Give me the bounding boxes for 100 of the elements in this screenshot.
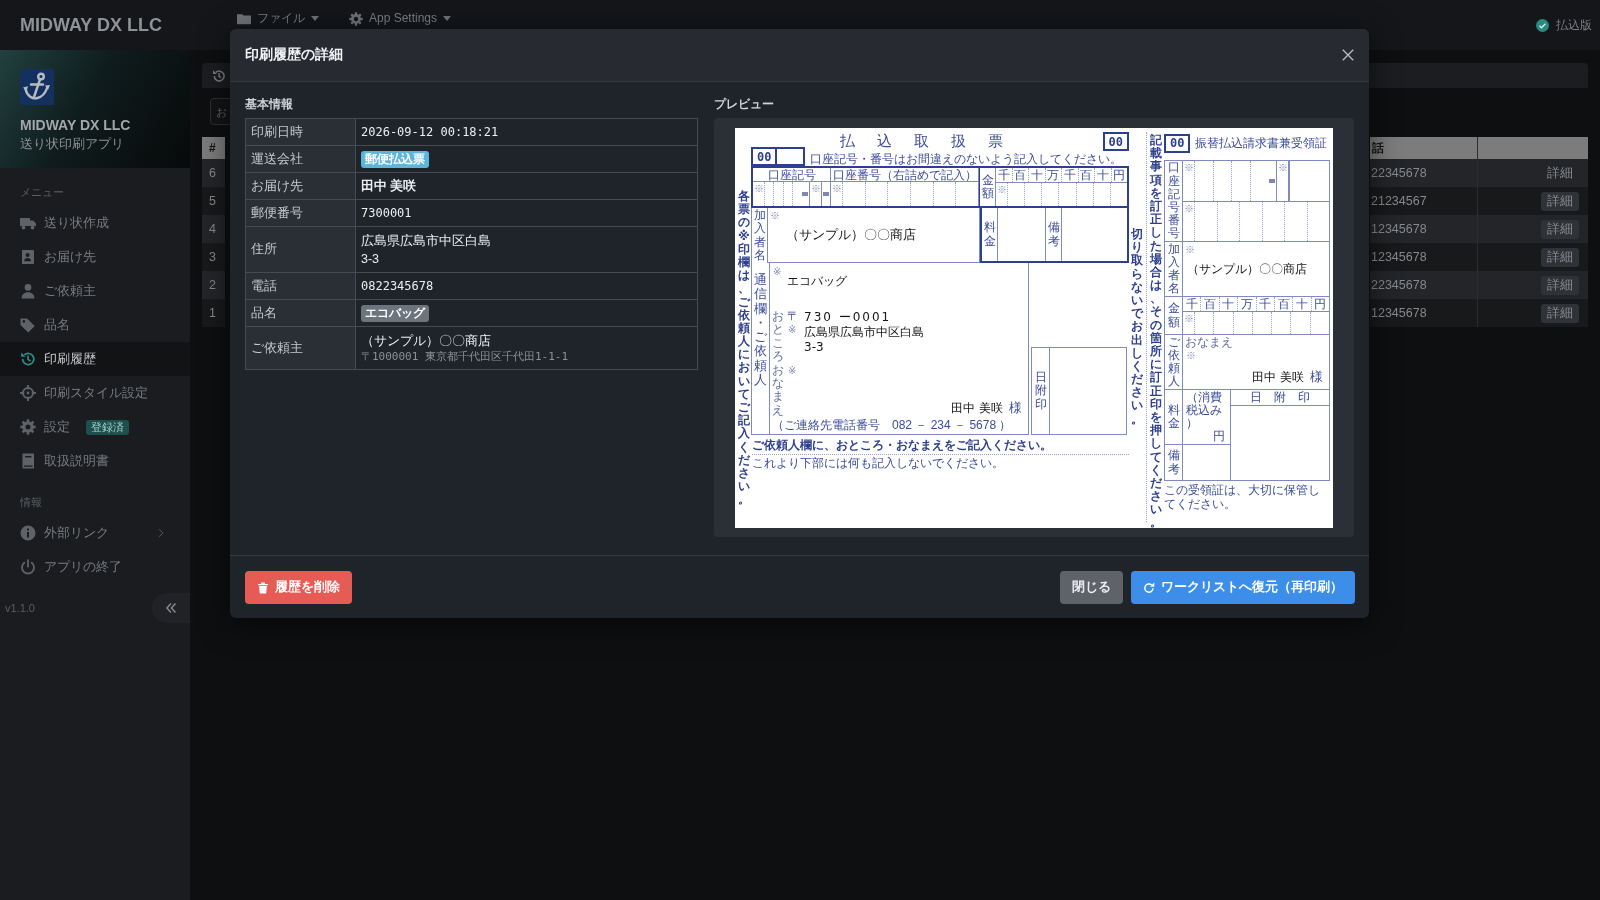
check-circle-icon [1536, 18, 1549, 32]
digit-label: 十 [1029, 168, 1046, 182]
digit-label: 円 [1313, 297, 1328, 311]
instruction-text: この受領証は、大切に保管してください。 [1164, 483, 1321, 511]
detail-link[interactable]: 詳細 [1541, 163, 1579, 183]
nav-item[interactable]: 外部リンク [0, 516, 190, 550]
slip-title: 振替払込請求書兼受領証 [1195, 136, 1328, 150]
digit-label: 千 [1062, 168, 1079, 182]
section-heading: 基本情報 [245, 97, 294, 111]
unit-label: 円 [1212, 430, 1225, 443]
table-cell: 22345678 [1370, 159, 1477, 187]
field-label: 加入者名 [1167, 242, 1180, 296]
field-value: 広島県広島市中区白島 [361, 232, 492, 250]
nav-item[interactable]: 設定 登録済 [0, 410, 190, 444]
digit-label: 十 [1219, 297, 1239, 311]
phone-line: （ご連絡先電話番号 082 － 234 － 5678 ） [772, 418, 1013, 433]
reprint-button[interactable]: ワークリストへ復元（再印刷） [1131, 571, 1355, 604]
modal-title: 印刷履歴の詳細 [245, 46, 343, 64]
field-label: ご依頼主 [245, 326, 356, 370]
field-label: おなまえ [1185, 336, 1233, 349]
value-badge: 郵便払込票 [361, 150, 429, 168]
column-header: 話 [1370, 137, 1477, 159]
postal-mark: 〒 [787, 310, 799, 324]
nav-item[interactable]: お届け先 [0, 240, 190, 274]
nav-item[interactable]: 送り状作成 [0, 206, 190, 240]
field-label: お届け先 [245, 172, 356, 200]
menu-button[interactable]: ファイル [237, 11, 319, 26]
vertical-note: 各票の※印欄は、ご依頼人においてご記入ください。 [738, 190, 750, 507]
column-label: 口座番号（右詰めで記入） [831, 168, 978, 182]
column-header: # [202, 137, 225, 159]
section-heading: プレビュー [714, 97, 775, 111]
digit-label: 千 [996, 168, 1013, 182]
truck-icon [20, 215, 36, 231]
digit-label: 円 [1112, 168, 1127, 182]
table-cell: 12345678 [1370, 299, 1477, 327]
nav-item[interactable]: 印刷スタイル設定 [0, 376, 190, 410]
sender-name: 田中 美咲 [1252, 369, 1304, 386]
collapse-button[interactable] [152, 593, 190, 623]
contact-card-icon [20, 249, 36, 265]
book-icon [20, 453, 36, 469]
table-cell: 12345678 [1370, 215, 1477, 243]
field-label: 備考 [1167, 449, 1180, 476]
table-cell: 3 [202, 243, 225, 271]
nav-item[interactable]: アプリの終了 [0, 550, 190, 584]
value-badge: エコバッグ [361, 304, 429, 322]
delete-button[interactable]: 履歴を削除 [245, 571, 352, 604]
detail-button[interactable]: 詳細 [1541, 191, 1579, 211]
field-label: 運送会社 [245, 145, 356, 173]
nav-item[interactable]: 品名 [0, 308, 190, 342]
field-label: 加入者名 [753, 209, 766, 262]
note-mark: ※ [787, 323, 797, 336]
field-label: 郵便番号 [245, 199, 356, 227]
field-label: 金額 [1167, 302, 1180, 329]
power-icon [20, 559, 36, 575]
trash-icon [257, 581, 269, 594]
detail-button[interactable]: 詳細 [1541, 219, 1579, 239]
nav-item[interactable]: ご依頼主 [0, 274, 190, 308]
nav-item[interactable]: 取扱説明書 [0, 444, 190, 478]
tag-icon [20, 317, 36, 333]
detail-button[interactable]: 詳細 [1541, 275, 1579, 295]
menu-button[interactable]: App Settings [349, 11, 452, 26]
field-label: 金額 [981, 173, 994, 201]
dialog-close-button[interactable]: 閉じる [1060, 571, 1123, 604]
person-icon [20, 283, 36, 299]
form-code: 00 [1164, 133, 1191, 153]
close-button[interactable] [1340, 47, 1356, 63]
honorific: 様 [1310, 368, 1323, 386]
message-text: エコバッグ [787, 274, 848, 288]
digit-label: 十 [1293, 297, 1312, 311]
caret-icon [311, 16, 319, 21]
field-value: 2026-09-12 00:18:21 [355, 118, 698, 146]
settings-icon [20, 419, 36, 435]
anchor-logo-icon [20, 69, 54, 105]
note-mark: ※ [772, 265, 782, 277]
company-name: MIDWAY DX LLC [20, 117, 132, 133]
note-mark: ※ [996, 183, 1007, 195]
digit-label: 百 [1201, 297, 1220, 311]
folder-icon [237, 11, 251, 26]
tax-note: （消費税込み） [1186, 391, 1223, 430]
info-icon [20, 525, 36, 541]
nav-item[interactable]: 印刷履歴 [0, 342, 190, 376]
note-mark: ※ [1183, 312, 1194, 324]
edition-label: 払込版 [1556, 18, 1592, 32]
field-value: 3-3 [361, 250, 381, 268]
field-label: 日附印 [1231, 390, 1329, 406]
honorific: 様 [1009, 399, 1022, 417]
table-cell: 4 [202, 215, 225, 243]
history-icon [20, 351, 36, 367]
detail-button[interactable]: 詳細 [1541, 247, 1579, 267]
detail-button[interactable]: 詳細 [1541, 303, 1579, 323]
digit-label: 百 [1012, 168, 1029, 182]
table-cell: 2 [202, 271, 225, 299]
field-label: おところ [772, 310, 784, 363]
field-value: 田中 美咲 [355, 172, 698, 200]
payee-name: （サンプル）〇〇商店 [786, 226, 916, 244]
settings-icon [349, 11, 363, 26]
field-value: 0822345678 [355, 272, 698, 300]
form-code: 00 [751, 147, 778, 166]
table-cell: 12345678 [1370, 243, 1477, 271]
note-mark: ※ [810, 182, 821, 194]
